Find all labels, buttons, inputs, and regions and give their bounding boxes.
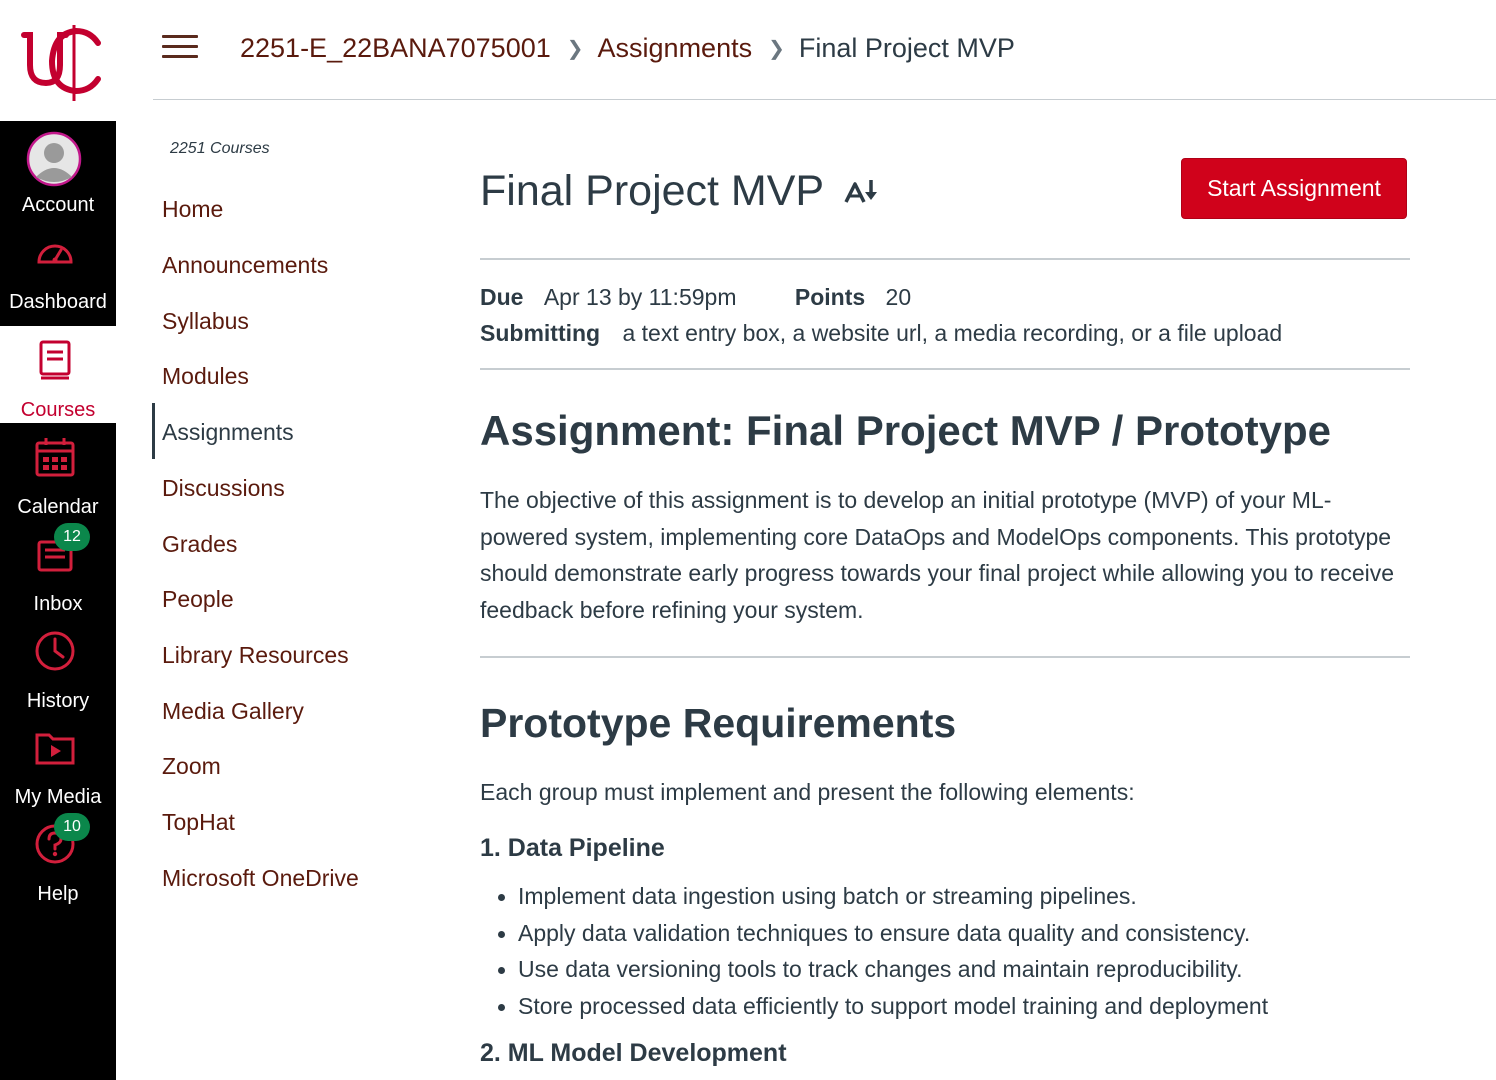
section-heading: 1. Data Pipeline <box>480 834 665 862</box>
breadcrumb-course[interactable]: 2251-E_22BANA7075001 <box>240 33 551 64</box>
divider <box>480 258 1410 260</box>
assignment-submission-types: Submitting a text entry box, a website u… <box>480 318 1282 348</box>
list-item: Use data versioning tools to track chang… <box>498 951 1268 988</box>
list-item: Store processed data efficiently to supp… <box>498 988 1268 1025</box>
assignment-description: The objective of this assignment is to d… <box>480 487 1395 623</box>
course-nav-media-gallery[interactable]: Media Gallery <box>162 696 304 726</box>
submitting-label: Submitting <box>480 320 601 346</box>
dashboard-icon <box>33 230 77 274</box>
course-term-label: 2251 Courses <box>170 140 270 157</box>
list-item: Implement data ingestion using batch or … <box>498 878 1268 915</box>
nav-history[interactable]: History <box>0 617 116 714</box>
chevron-right-icon: ❯ <box>768 37 785 60</box>
help-badge: 10 <box>54 813 90 841</box>
nav-account[interactable]: Account <box>0 121 116 218</box>
course-nav-library-resources[interactable]: Library Resources <box>162 640 349 670</box>
uc-logo[interactable] <box>0 0 116 121</box>
points-value: 20 <box>885 284 912 310</box>
chevron-right-icon: ❯ <box>566 37 584 60</box>
course-nav-home[interactable]: Home <box>162 194 223 224</box>
course-nav-tophat[interactable]: TopHat <box>162 807 235 837</box>
course-nav-people[interactable]: People <box>162 584 234 614</box>
inbox-unread-badge: 12 <box>54 523 90 551</box>
data-pipeline-list: Implement data ingestion using batch or … <box>498 878 1268 1024</box>
immersive-reader-icon[interactable] <box>843 176 881 206</box>
media-icon <box>33 725 77 769</box>
course-nav-onedrive[interactable]: Microsoft OneDrive <box>162 863 359 893</box>
divider <box>480 368 1410 370</box>
submitting-value: a text entry box, a website url, a media… <box>622 320 1283 346</box>
active-nav-indicator <box>152 403 155 459</box>
course-nav-zoom[interactable]: Zoom <box>162 751 221 781</box>
breadcrumb: 2251-E_22BANA7075001 ❯ Assignments ❯ Fin… <box>240 28 1015 68</box>
due-value: Apr 13 by 11:59pm <box>543 284 737 310</box>
nav-my-media[interactable]: My Media <box>0 713 116 810</box>
header-divider <box>153 99 1496 100</box>
courses-icon <box>33 338 77 382</box>
hamburger-icon <box>162 35 198 38</box>
avatar-icon <box>26 131 82 187</box>
list-item: Apply data validation techniques to ensu… <box>498 915 1268 952</box>
global-nav: Account Dashboard Courses Calendar Inbox… <box>0 0 116 1080</box>
nav-courses[interactable]: Courses <box>0 326 116 423</box>
divider <box>480 656 1410 658</box>
page-title: Final Project MVP <box>480 167 825 215</box>
uc-logo-icon <box>21 24 101 101</box>
start-assignment-button[interactable]: Start Assignment <box>1181 158 1407 219</box>
requirements-intro: Each group must implement and present th… <box>480 779 1135 805</box>
course-nav-grades[interactable]: Grades <box>162 529 237 559</box>
clock-icon <box>33 629 77 673</box>
course-menu-toggle[interactable] <box>160 33 200 61</box>
nav-dashboard[interactable]: Dashboard <box>0 218 116 315</box>
nav-calendar[interactable]: Calendar <box>0 423 116 520</box>
course-nav-assignments[interactable]: Assignments <box>162 417 294 447</box>
course-nav-discussions[interactable]: Discussions <box>162 473 285 503</box>
requirements-heading: Prototype Requirements <box>480 700 957 746</box>
section-heading: 2. ML Model Development <box>480 1039 787 1067</box>
course-nav-syllabus[interactable]: Syllabus <box>162 306 249 336</box>
points-label: Points <box>794 284 866 310</box>
assignment-heading: Assignment: Final Project MVP / Prototyp… <box>480 407 1332 454</box>
breadcrumb-assignments[interactable]: Assignments <box>598 33 753 64</box>
course-nav-modules[interactable]: Modules <box>162 361 249 391</box>
calendar-icon <box>33 435 77 479</box>
due-label: Due <box>480 284 524 310</box>
assignment-due-points: Due Apr 13 by 11:59pm Points 20 <box>480 282 911 312</box>
course-nav-announcements[interactable]: Announcements <box>162 250 328 280</box>
breadcrumb-current: Final Project MVP <box>798 32 1015 63</box>
